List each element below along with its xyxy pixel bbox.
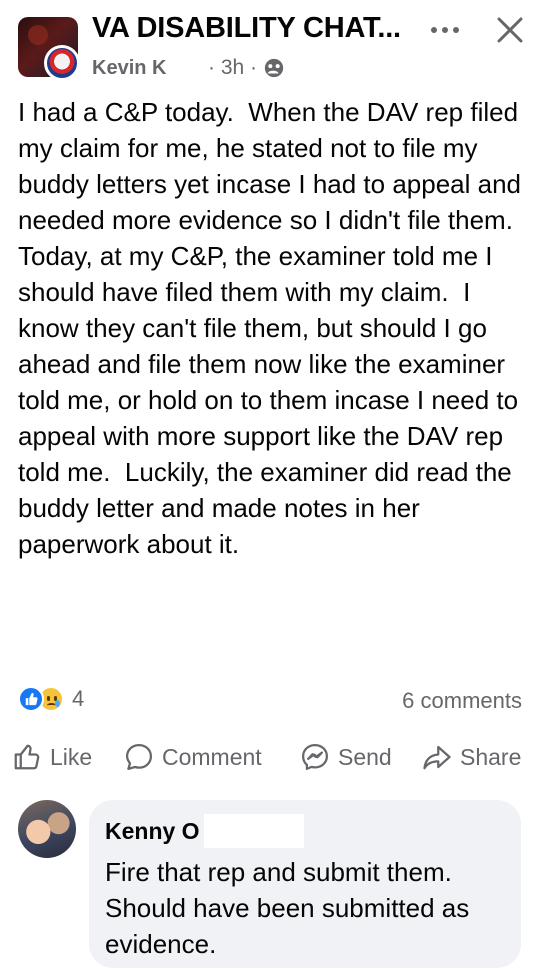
post-text: I had a C&P today. When the DAV rep file… [18,97,529,559]
redacted-name [203,814,304,848]
post-meta: · 3h · [208,56,285,80]
post-header: VA DISABILITY CHAT... Kevin K · 3h · [0,0,540,92]
author-name[interactable]: Kevin K [92,57,172,80]
share-label: Share [460,743,522,770]
like-button[interactable]: Like [12,736,92,778]
comment-bubble: Kenny O Fire that rep and submit them. S… [89,800,521,968]
post-time[interactable]: · 3h · [208,56,257,80]
action-bar: Like Comment Send Share [0,736,540,778]
reaction-summary[interactable]: 4 [18,686,84,712]
more-options-icon[interactable] [428,19,462,41]
comment-icon [126,744,152,770]
send-label: Send [338,743,392,770]
author-avatar[interactable] [44,45,80,81]
like-reaction-icon [18,686,44,712]
like-icon [14,744,40,770]
author-row: Kevin K · 3h · [92,55,285,81]
comment-text: Fire that rep and submit them. Should ha… [105,857,477,959]
comment-author[interactable]: Kenny O [105,818,200,845]
comment-label: Comment [162,743,262,770]
group-name[interactable]: VA DISABILITY CHAT... [92,12,401,45]
commenter-avatar[interactable] [18,800,76,858]
close-icon[interactable] [494,14,526,46]
comment-count[interactable]: 6 comments [402,688,522,714]
group-globe-icon [264,58,284,78]
like-label: Like [50,743,93,770]
comment-button[interactable]: Comment [124,736,262,778]
reaction-count: 4 [72,686,85,711]
send-button[interactable]: Send [300,736,392,778]
comment-author-row: Kenny O [105,814,505,848]
messenger-icon [302,744,328,770]
share-icon [423,745,451,770]
share-button[interactable]: Share [422,736,521,778]
